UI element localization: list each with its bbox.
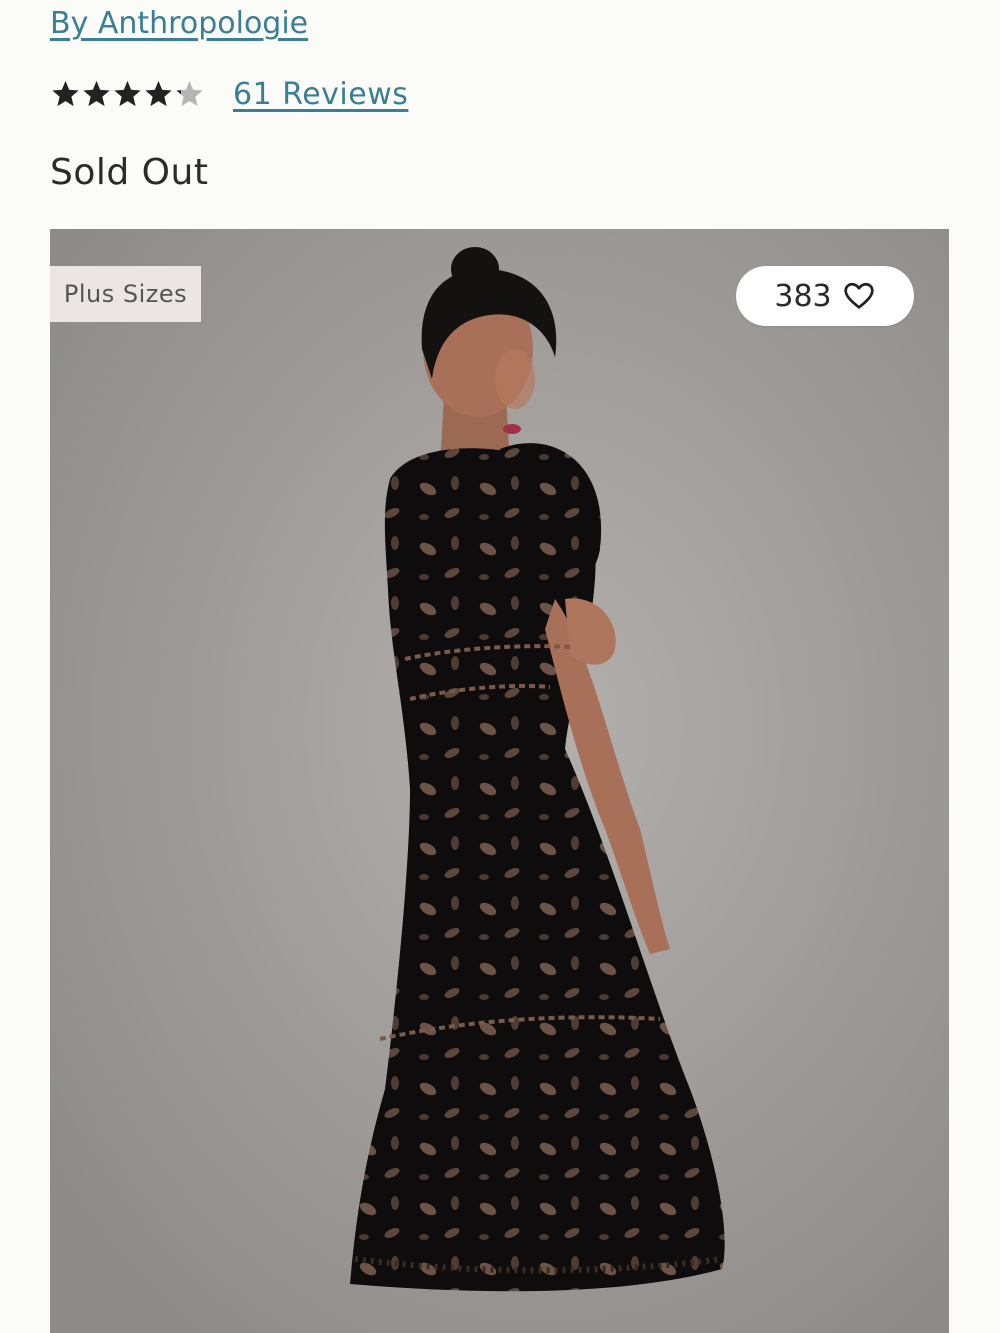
plus-sizes-badge: Plus Sizes: [50, 266, 201, 322]
model-photo: [50, 229, 949, 1333]
reviews-link[interactable]: 61 Reviews: [233, 77, 408, 112]
favorite-count: 383: [774, 278, 832, 314]
stock-status: Sold Out: [50, 152, 209, 193]
star-rating: [50, 79, 205, 109]
heart-outline-icon: [843, 282, 874, 309]
brand-link[interactable]: By Anthropologie: [50, 4, 308, 44]
star-filled-icon: [83, 80, 110, 107]
rating-row: 61 Reviews: [50, 72, 408, 116]
star-filled-icon: [114, 80, 141, 107]
star-filled-icon: [52, 80, 79, 107]
product-image[interactable]: Plus Sizes 383: [50, 229, 949, 1333]
star-filled-icon: [145, 80, 172, 107]
favorite-button[interactable]: 383: [736, 266, 914, 326]
star-empty-icon: [176, 80, 203, 107]
